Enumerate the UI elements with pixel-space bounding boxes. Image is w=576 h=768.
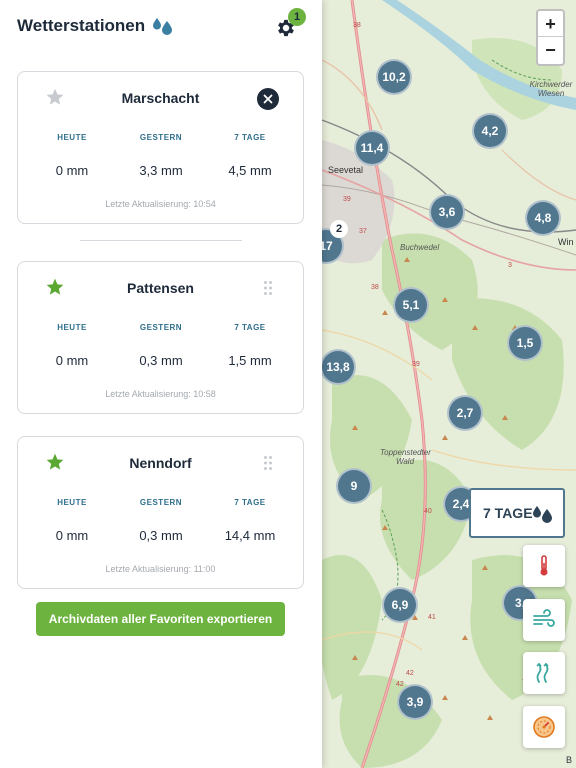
road-number: 39 xyxy=(412,361,420,368)
station-cluster[interactable]: 3,9 xyxy=(397,684,433,720)
thermometer-icon xyxy=(540,555,548,576)
station-cluster[interactable]: 11,4 xyxy=(354,130,390,166)
col-today-label: HEUTE xyxy=(57,498,87,507)
zoom-in-button[interactable]: + xyxy=(538,11,563,37)
road-number: 38 xyxy=(371,284,379,291)
col-week-label: 7 TAGE xyxy=(234,323,266,332)
station-cluster[interactable]: 9 xyxy=(336,468,372,504)
road-number: 38 xyxy=(353,22,361,29)
col-today-label: HEUTE xyxy=(57,323,87,332)
col-yesterday-label: GESTERN xyxy=(139,323,183,332)
sidebar-header: Wetterstationen 1 xyxy=(0,0,322,56)
station-cluster[interactable]: 10,2 xyxy=(376,59,412,95)
station-name: Pattensen xyxy=(127,280,194,296)
zoom-out-button[interactable]: − xyxy=(538,37,563,63)
drag-handle-icon[interactable] xyxy=(263,455,273,471)
place-label: Kirchwerder Wiesen xyxy=(529,80,573,98)
yesterday-value: 0,3 mm xyxy=(139,528,183,543)
station-card[interactable]: Marschacht HEUTE GESTERN 7 TAGE 0 mm 3,3… xyxy=(17,71,304,224)
last-updated: Letzte Aktualisierung: 10:58 xyxy=(105,389,216,399)
place-label: Toppenstedter Wald xyxy=(380,448,431,466)
yesterday-value: 3,3 mm xyxy=(139,163,183,178)
divider xyxy=(80,240,242,241)
water-drops-icon xyxy=(533,506,552,523)
col-yesterday-label: GESTERN xyxy=(139,133,183,142)
water-drops-icon xyxy=(153,18,172,35)
station-cluster[interactable]: 3,6 xyxy=(429,194,465,230)
road-number: 41 xyxy=(428,614,436,621)
col-yesterday-label: GESTERN xyxy=(139,498,183,507)
station-name: Nenndorf xyxy=(129,455,192,471)
last-updated: Letzte Aktualisierung: 10:54 xyxy=(105,199,216,209)
road-number: 3 xyxy=(508,262,512,269)
week-value: 14,4 mm xyxy=(224,528,276,543)
cluster-count-badge: 2 xyxy=(330,220,348,238)
remove-station-button[interactable] xyxy=(257,88,279,110)
place-label: Buchwedel xyxy=(400,243,440,252)
col-week-label: 7 TAGE xyxy=(234,498,266,507)
yesterday-value: 0,3 mm xyxy=(139,353,183,368)
today-value: 0 mm xyxy=(55,528,89,543)
station-card[interactable]: Pattensen HEUTE GESTERN 7 TAGE 0 mm 0,3 … xyxy=(17,261,304,414)
gauge-icon xyxy=(533,716,555,738)
station-cluster[interactable]: 1,5 xyxy=(507,325,543,361)
map-view[interactable]: Seevetal Buchwedel Toppenstedter Wald Ki… xyxy=(322,0,576,768)
settings-badge: 1 xyxy=(288,8,306,26)
drag-handle-icon[interactable] xyxy=(263,280,273,296)
station-cluster[interactable]: 4,2 xyxy=(472,113,508,149)
stations-sidebar: Wetterstationen 1 Marschacht HEUTE GESTE… xyxy=(0,0,322,768)
station-cluster[interactable]: 4,8 xyxy=(525,200,561,236)
road-number: 42 xyxy=(406,670,414,677)
road-number: 37 xyxy=(359,228,367,235)
close-icon xyxy=(263,94,273,104)
week-value: 4,5 mm xyxy=(228,163,272,178)
today-value: 0 mm xyxy=(55,163,89,178)
period-selector[interactable]: 7 TAGE xyxy=(469,488,565,538)
week-value: 1,5 mm xyxy=(228,353,272,368)
road-number: 42 xyxy=(396,681,404,688)
station-cluster[interactable]: 6,9 xyxy=(382,587,418,623)
last-updated: Letzte Aktualisierung: 11:00 xyxy=(105,564,216,574)
zoom-control: + − xyxy=(536,9,565,66)
place-label: Seevetal xyxy=(328,165,364,175)
station-cluster[interactable]: 5,1 xyxy=(393,287,429,323)
export-favorites-button[interactable]: Archivdaten aller Favoriten exportieren xyxy=(36,602,285,636)
station-cluster[interactable]: 2,7 xyxy=(447,395,483,431)
humidity-layer-button[interactable] xyxy=(523,652,565,694)
pressure-layer-button[interactable] xyxy=(523,706,565,748)
col-today-label: HEUTE xyxy=(57,133,87,142)
heat-waves-icon xyxy=(536,662,549,683)
place-label: Win xyxy=(558,237,574,247)
today-value: 0 mm xyxy=(55,353,89,368)
period-label: 7 TAGE xyxy=(483,505,533,521)
wind-layer-button[interactable] xyxy=(523,599,565,641)
place-label: B xyxy=(566,755,573,765)
station-card[interactable]: Nenndorf HEUTE GESTERN 7 TAGE 0 mm 0,3 m… xyxy=(17,436,304,589)
road-number: 40 xyxy=(424,508,432,515)
temperature-layer-button[interactable] xyxy=(523,545,565,587)
wind-icon xyxy=(533,609,555,627)
col-week-label: 7 TAGE xyxy=(234,133,266,142)
page-title: Wetterstationen xyxy=(17,16,146,35)
road-number: 39 xyxy=(343,196,351,203)
